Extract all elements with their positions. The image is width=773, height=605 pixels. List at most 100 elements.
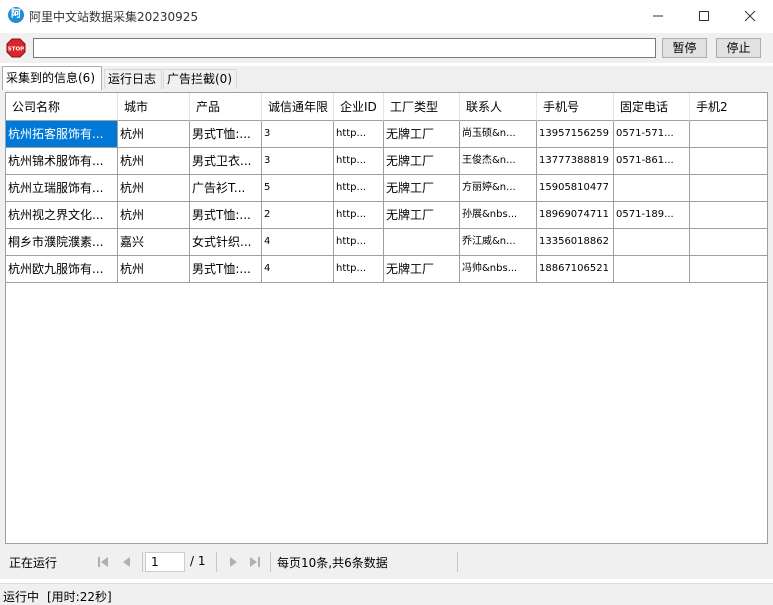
table-cell[interactable]: http... xyxy=(334,202,384,229)
table-cell[interactable]: 杭州视之界文化... xyxy=(6,202,118,229)
table-cell[interactable]: http... xyxy=(334,148,384,175)
pager-separator xyxy=(216,552,217,572)
pager-info: 每页10条,共6条数据 xyxy=(277,556,388,570)
table-cell[interactable]: 男式T恤:... xyxy=(190,121,262,148)
table-cell[interactable]: 2 xyxy=(262,202,334,229)
table-cell[interactable]: 无牌工厂 xyxy=(384,175,460,202)
prev-page-icon[interactable] xyxy=(120,555,134,569)
page-number-input[interactable]: 1 xyxy=(145,552,185,572)
pager-separator xyxy=(142,552,143,572)
table-cell[interactable]: 冯帅&nbs... xyxy=(460,256,537,283)
table-cell[interactable]: 18867106521 xyxy=(537,256,614,283)
table-cell[interactable]: 孙展&nbs... xyxy=(460,202,537,229)
pager-separator xyxy=(270,552,271,572)
table-cell[interactable]: 0571-189... xyxy=(614,202,690,229)
column-header[interactable]: 诚信通年限 xyxy=(262,93,334,121)
table-cell[interactable]: 4 xyxy=(262,256,334,283)
window-title: 阿里中文站数据采集20230925 xyxy=(29,10,199,24)
column-header[interactable]: 城市 xyxy=(118,93,190,121)
table-cell[interactable]: 杭州 xyxy=(118,202,190,229)
close-button[interactable] xyxy=(727,0,773,32)
table-cell[interactable]: 无牌工厂 xyxy=(384,148,460,175)
column-header[interactable]: 企业ID xyxy=(334,93,384,121)
first-page-icon[interactable] xyxy=(96,555,110,569)
table-cell[interactable]: 无牌工厂 xyxy=(384,202,460,229)
status-bar: 运行中 [用时:22秒] xyxy=(0,583,773,605)
table-cell[interactable] xyxy=(614,175,690,202)
table-cell[interactable] xyxy=(614,229,690,256)
table-cell[interactable]: 方丽婷&n... xyxy=(460,175,537,202)
url-input[interactable] xyxy=(33,38,656,58)
table-cell[interactable]: 男式卫衣... xyxy=(190,148,262,175)
table-cell[interactable]: 15905810477 xyxy=(537,175,614,202)
app-icon: 阿 xyxy=(8,7,24,23)
column-header[interactable]: 工厂类型 xyxy=(384,93,460,121)
next-page-icon[interactable] xyxy=(226,555,240,569)
pause-button[interactable]: 暂停 xyxy=(662,38,707,58)
pager-status: 正在运行 xyxy=(9,556,58,570)
table-cell[interactable]: 5 xyxy=(262,175,334,202)
table-cell[interactable]: 13356018862 xyxy=(537,229,614,256)
stop-button[interactable]: 停止 xyxy=(716,38,761,58)
table-cell[interactable]: 杭州 xyxy=(118,256,190,283)
table-cell[interactable]: 杭州欧九服饰有... xyxy=(6,256,118,283)
table-cell[interactable]: 杭州 xyxy=(118,175,190,202)
table-cell[interactable] xyxy=(690,256,767,283)
data-grid[interactable]: 公司名称 城市 产品 诚信通年限 企业ID 工厂类型 联系人 手机号 固定电话 手机2 杭州拓客服饰… xyxy=(5,92,768,544)
table-cell[interactable]: 王俊杰&n... xyxy=(460,148,537,175)
column-header[interactable]: 手机2 xyxy=(690,93,767,121)
table-cell[interactable]: http... xyxy=(334,229,384,256)
table-cell[interactable]: 杭州 xyxy=(118,148,190,175)
table-cell[interactable]: 桐乡市濮院濮素... xyxy=(6,229,118,256)
stop-sign-text: STOP xyxy=(8,47,24,53)
minimize-button[interactable] xyxy=(635,0,681,32)
table-cell[interactable]: 13957156259 xyxy=(537,121,614,148)
table-cell[interactable] xyxy=(690,202,767,229)
table-cell[interactable]: 杭州立瑞服饰有... xyxy=(6,175,118,202)
table-cell[interactable] xyxy=(690,175,767,202)
last-page-icon[interactable] xyxy=(248,555,262,569)
table-cell[interactable]: 杭州 xyxy=(118,121,190,148)
page-total: / 1 xyxy=(190,554,206,568)
table-cell[interactable]: 男式T恤:... xyxy=(190,202,262,229)
column-header[interactable]: 联系人 xyxy=(460,93,537,121)
table-cell[interactable]: 女式针织... xyxy=(190,229,262,256)
column-header[interactable]: 固定电话 xyxy=(614,93,690,121)
table-cell[interactable] xyxy=(384,229,460,256)
table-cell[interactable]: 广告衫T... xyxy=(190,175,262,202)
table-cell[interactable]: 无牌工厂 xyxy=(384,256,460,283)
table-cell[interactable]: 男式T恤:... xyxy=(190,256,262,283)
tab-collected-info[interactable]: 采集到的信息(6) xyxy=(2,66,102,90)
table-cell[interactable]: 乔江威&n... xyxy=(460,229,537,256)
column-header[interactable]: 手机号 xyxy=(537,93,614,121)
column-header[interactable]: 产品 xyxy=(190,93,262,121)
table-cell[interactable]: 3 xyxy=(262,121,334,148)
maximize-icon xyxy=(699,11,709,21)
table-cell[interactable]: 3 xyxy=(262,148,334,175)
table-cell[interactable] xyxy=(690,229,767,256)
table-cell[interactable]: 杭州拓客服饰有... xyxy=(6,121,118,148)
table-cell[interactable]: http... xyxy=(334,256,384,283)
table-cell[interactable]: 嘉兴 xyxy=(118,229,190,256)
table-cell[interactable]: 0571-571... xyxy=(614,121,690,148)
close-icon xyxy=(744,10,756,22)
table-cell[interactable]: 杭州锦术服饰有... xyxy=(6,148,118,175)
table-cell[interactable] xyxy=(614,256,690,283)
tab-ad-block[interactable]: 广告拦截(0) xyxy=(163,69,237,90)
table-cell[interactable]: http... xyxy=(334,175,384,202)
tab-run-log[interactable]: 运行日志 xyxy=(104,69,162,90)
table-cell[interactable] xyxy=(690,148,767,175)
table-cell[interactable] xyxy=(690,121,767,148)
table-cell[interactable]: 尚玉硕&n... xyxy=(460,121,537,148)
table-cell[interactable]: 13777388819 xyxy=(537,148,614,175)
column-header[interactable]: 公司名称 xyxy=(6,93,118,121)
table-cell[interactable]: http... xyxy=(334,121,384,148)
stop-sign-icon[interactable]: STOP xyxy=(6,38,26,58)
table-cell[interactable]: 0571-861... xyxy=(614,148,690,175)
title-bar: 阿 阿里中文站数据采集20230925 xyxy=(0,0,773,32)
minimize-icon xyxy=(653,15,663,17)
table-cell[interactable]: 无牌工厂 xyxy=(384,121,460,148)
table-cell[interactable]: 18969074711 xyxy=(537,202,614,229)
table-cell[interactable]: 4 xyxy=(262,229,334,256)
maximize-button[interactable] xyxy=(681,0,727,32)
